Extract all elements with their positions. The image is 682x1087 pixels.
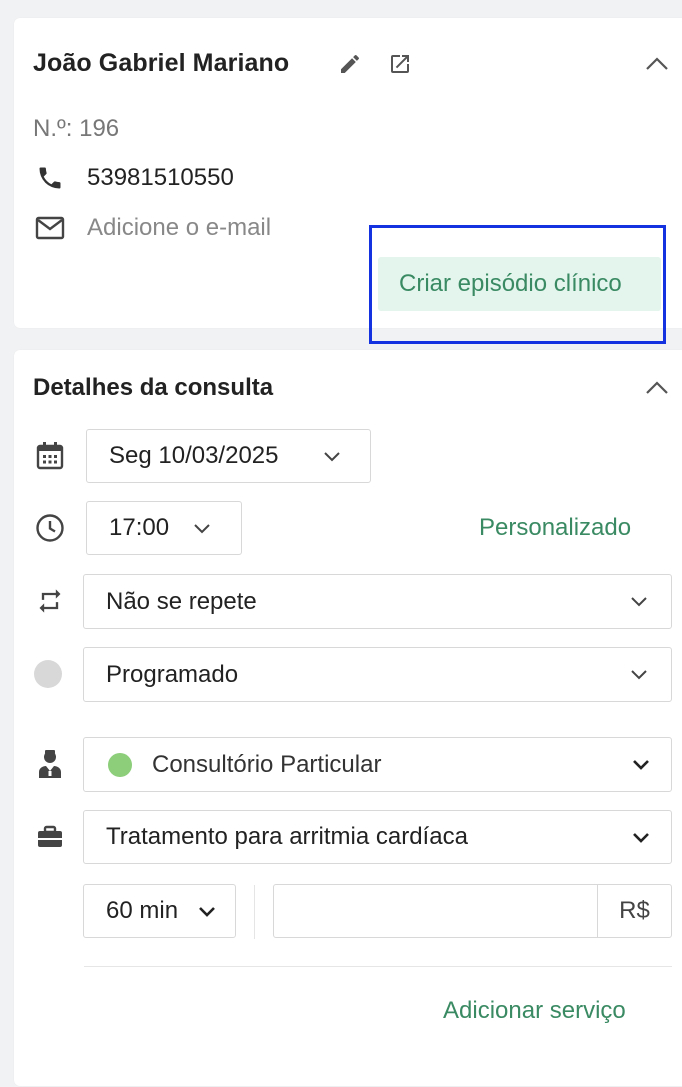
- briefcase-icon: [33, 820, 67, 854]
- patient-name: João Gabriel Mariano: [33, 49, 290, 77]
- chevron-down-icon: [629, 665, 649, 685]
- patient-card: João Gabriel Mariano N.º: 196 5398151055…: [14, 18, 682, 328]
- time-value: 17:00: [109, 514, 170, 541]
- create-episode-button[interactable]: Criar episódio clínico: [378, 257, 661, 311]
- doctor-icon: [33, 747, 67, 781]
- edit-icon[interactable]: [336, 50, 364, 78]
- time-select[interactable]: 17:00: [86, 501, 242, 555]
- duration-select[interactable]: 60 min: [83, 884, 236, 938]
- section-title: Detalhes da consulta: [33, 374, 274, 401]
- chevron-down-icon: [629, 592, 649, 612]
- repeat-select[interactable]: Não se repete: [83, 574, 672, 629]
- patient-number: N.º: 196: [33, 115, 120, 142]
- status-select[interactable]: Programado: [83, 647, 672, 702]
- divider: [254, 885, 255, 939]
- office-value: Consultório Particular: [152, 750, 382, 778]
- office-color-dot: [108, 752, 132, 777]
- date-value: Seg 10/03/2025: [109, 442, 279, 469]
- currency-label: R$: [597, 885, 671, 937]
- status-value: Programado: [106, 660, 239, 688]
- email-field[interactable]: Adicione o e-mail: [87, 214, 271, 242]
- external-link-icon[interactable]: [386, 50, 414, 78]
- service-select[interactable]: Tratamento para arritmia cardíaca: [83, 810, 672, 864]
- divider: [84, 966, 672, 967]
- chevron-down-icon: [631, 755, 651, 775]
- status-dot: [34, 660, 62, 688]
- add-service-link[interactable]: Adicionar serviço: [443, 997, 626, 1025]
- chevron-up-icon[interactable]: [642, 373, 672, 403]
- repeat-icon: [33, 584, 67, 618]
- repeat-value: Não se repete: [106, 587, 257, 615]
- service-value: Tratamento para arritmia cardíaca: [106, 823, 468, 850]
- chevron-down-icon: [192, 518, 212, 538]
- phone-icon: [33, 161, 67, 195]
- calendar-icon: [33, 439, 67, 473]
- clock-icon: [33, 511, 67, 545]
- chevron-down-icon: [322, 446, 342, 466]
- phone-number[interactable]: 53981510550: [87, 164, 234, 192]
- office-select[interactable]: Consultório Particular: [83, 737, 672, 792]
- duration-value: 60 min: [106, 897, 179, 924]
- mail-icon: [33, 211, 67, 245]
- appointment-details-card: Detalhes da consulta Seg 10/03/2025 17:0…: [14, 350, 682, 1086]
- custom-time-link[interactable]: Personalizado: [479, 514, 631, 542]
- chevron-down-icon: [631, 827, 651, 847]
- chevron-up-icon[interactable]: [642, 49, 672, 79]
- chevron-down-icon: [197, 901, 217, 921]
- date-select[interactable]: Seg 10/03/2025: [86, 429, 371, 483]
